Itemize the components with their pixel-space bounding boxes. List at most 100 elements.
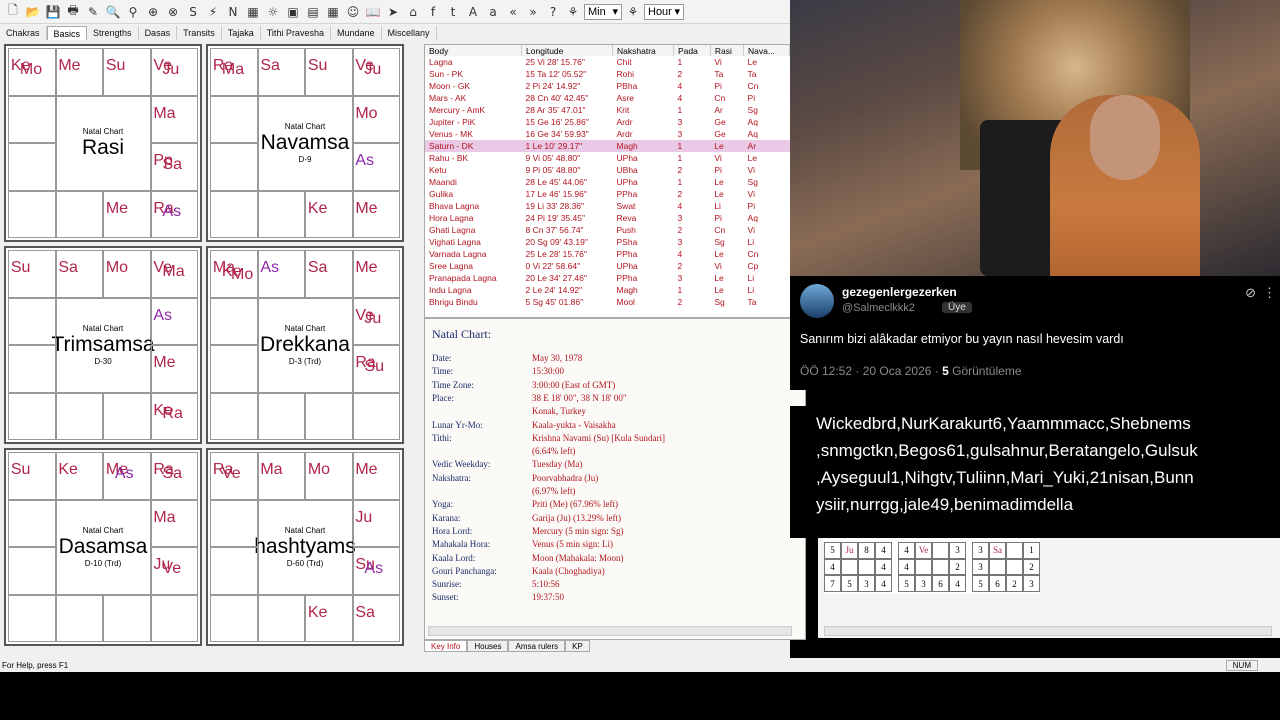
- house-cell[interactable]: Ke: [305, 190, 353, 238]
- tab-transits[interactable]: Transits: [177, 26, 222, 40]
- house-cell[interactable]: Pp Sa: [150, 143, 198, 191]
- sb-icon[interactable]: ▣: [284, 3, 302, 21]
- house-cell[interactable]: [150, 594, 198, 642]
- house-cell[interactable]: Ve Ju: [352, 297, 400, 345]
- house-cell[interactable]: [55, 594, 103, 642]
- house-cell[interactable]: Ve Ju: [352, 48, 400, 96]
- forward-icon[interactable]: ➤: [384, 3, 402, 21]
- house-cell[interactable]: Ve Ju: [150, 48, 198, 96]
- house-cell[interactable]: Sa: [55, 250, 103, 298]
- house-cell[interactable]: [8, 95, 56, 143]
- house-cell[interactable]: [8, 143, 56, 191]
- house-cell[interactable]: [103, 392, 151, 440]
- tab-amsa-rulers[interactable]: Amsa rulers: [508, 640, 566, 652]
- time-unit-select-2[interactable]: Hour ▾: [644, 3, 684, 20]
- house-cell[interactable]: Me: [103, 190, 151, 238]
- house-cell[interactable]: Su As: [352, 547, 400, 595]
- house-cell[interactable]: Me: [150, 345, 198, 393]
- house-cell[interactable]: [8, 499, 56, 547]
- house-cell[interactable]: [210, 499, 258, 547]
- facebook-icon[interactable]: f: [424, 3, 442, 21]
- sp-icon[interactable]: S: [184, 3, 202, 21]
- house-cell[interactable]: [210, 190, 258, 238]
- open-icon[interactable]: 📂: [24, 3, 42, 21]
- house-cell[interactable]: [8, 594, 56, 642]
- table-row[interactable]: Pranapada Lagna 20 Le 34' 27.46" PPha 3 Le Li: [425, 272, 790, 284]
- column-header[interactable]: Pada: [673, 45, 711, 56]
- house-cell[interactable]: Mo: [352, 95, 400, 143]
- font-large-icon[interactable]: A: [464, 3, 482, 21]
- time-unit-select-1[interactable]: Min ▾: [584, 3, 622, 20]
- table-row[interactable]: Jupiter - PiK 15 Ge 16' 25.86" Ardr 3 Ge Aq: [425, 116, 790, 128]
- table-row[interactable]: Rahu - BK 9 Vi 05' 48.80" UPha 1 Vi Le: [425, 152, 790, 164]
- column-header[interactable]: Body: [425, 45, 523, 56]
- people-icon[interactable]: ☺: [344, 3, 362, 21]
- table-row[interactable]: Mars - AK 28 Cn 40' 42.45" Asre 4 Cn Pi: [425, 92, 790, 104]
- house-cell[interactable]: Ke Ra: [150, 392, 198, 440]
- edit-chart-icon[interactable]: ✎: [84, 3, 102, 21]
- house-cell[interactable]: Ju Ve: [150, 547, 198, 595]
- table-row[interactable]: Gulika 17 Le 46' 15.96" PPha 2 Le Vi: [425, 188, 790, 200]
- table-row[interactable]: Saturn - DK 1 Le 10' 29.17" Magh 1 Le Ar: [425, 140, 790, 152]
- house-cell[interactable]: As: [257, 250, 305, 298]
- tab-miscellany[interactable]: Miscellany: [382, 26, 437, 40]
- tab-chakras[interactable]: Chakras: [0, 26, 47, 40]
- house-cell[interactable]: [8, 547, 56, 595]
- house-cell[interactable]: Ke: [55, 452, 103, 500]
- house-cell[interactable]: Ra Ve: [210, 452, 258, 500]
- house-cell[interactable]: Sa: [257, 48, 305, 96]
- table-row[interactable]: Sun - PK 15 Ta 12' 05.52" Rohi 2 Ta Ta: [425, 68, 790, 80]
- house-cell[interactable]: Su: [305, 48, 353, 96]
- house-cell[interactable]: Mo: [305, 452, 353, 500]
- house-cell[interactable]: [257, 594, 305, 642]
- house-cell[interactable]: [103, 594, 151, 642]
- column-header[interactable]: Longitude: [521, 45, 614, 56]
- house-cell[interactable]: Su: [8, 250, 56, 298]
- house-cell[interactable]: Sa: [352, 594, 400, 642]
- house-cell[interactable]: [210, 143, 258, 191]
- print-icon[interactable]: 🖶: [64, 3, 82, 21]
- house-cell[interactable]: Ve Ma: [150, 250, 198, 298]
- house-cell[interactable]: [257, 190, 305, 238]
- zoom-icon[interactable]: ⚲: [124, 3, 142, 21]
- house-cell[interactable]: As: [150, 297, 198, 345]
- house-cell[interactable]: Me: [352, 190, 400, 238]
- house-cell[interactable]: As: [352, 143, 400, 191]
- book-icon[interactable]: 📖: [364, 3, 382, 21]
- tab-basics[interactable]: Basics: [46, 26, 88, 40]
- column-header[interactable]: Nava...: [743, 45, 790, 56]
- table-row[interactable]: Hora Lagna 24 Pi 19' 35.45" Reva 3 Pi Aq: [425, 212, 790, 224]
- chart-rasi[interactable]: Ke Mo Me Su Ve Ju Ma Pp Sa Ra As Me Natal Chart Rasi: [4, 44, 202, 242]
- table-row[interactable]: Varnada Lagna 25 Le 28' 15.76" PPha 4 Le Cn: [425, 248, 790, 260]
- info-hscroll[interactable]: [428, 626, 792, 636]
- column-header[interactable]: Nakshatra: [612, 45, 674, 56]
- house-cell[interactable]: Ke: [305, 594, 353, 642]
- house-cell[interactable]: Sa: [305, 250, 353, 298]
- house-cell[interactable]: Ma: [150, 95, 198, 143]
- table-row[interactable]: Mercury - AmK 28 Ar 35' 47.01" Krit 1 Ar Sg: [425, 104, 790, 116]
- transit-2-icon[interactable]: ⚘: [624, 3, 642, 21]
- house-cell[interactable]: Ma: [150, 499, 198, 547]
- n-icon[interactable]: N: [224, 3, 242, 21]
- house-cell[interactable]: [55, 190, 103, 238]
- tab-strengths[interactable]: Strengths: [87, 26, 139, 40]
- table-icon[interactable]: ▦: [244, 3, 262, 21]
- house-cell[interactable]: Ma Ke Mo: [210, 250, 258, 298]
- house-cell[interactable]: [8, 297, 56, 345]
- tab-tajaka[interactable]: Tajaka: [222, 26, 261, 40]
- chart-wheel-icon[interactable]: ⊗: [164, 3, 182, 21]
- house-cell[interactable]: [352, 392, 400, 440]
- house-cell[interactable]: Ra Ma: [210, 48, 258, 96]
- house-cell[interactable]: Me: [55, 48, 103, 96]
- house-cell[interactable]: [210, 95, 258, 143]
- transit-icon[interactable]: ⚘: [564, 3, 582, 21]
- house-cell[interactable]: [8, 190, 56, 238]
- prev-icon[interactable]: «: [504, 3, 522, 21]
- house-cell[interactable]: [305, 392, 353, 440]
- bolt-icon[interactable]: ⚡: [204, 3, 222, 21]
- house-cell[interactable]: [210, 594, 258, 642]
- house-cell[interactable]: [210, 297, 258, 345]
- house-cell[interactable]: [210, 392, 258, 440]
- tab-dasas[interactable]: Dasas: [139, 26, 178, 40]
- chart-navamsa[interactable]: Ra Ma Sa Su Ve Ju Mo As Me Ke Natal Chart Navamsa D-…: [206, 44, 404, 242]
